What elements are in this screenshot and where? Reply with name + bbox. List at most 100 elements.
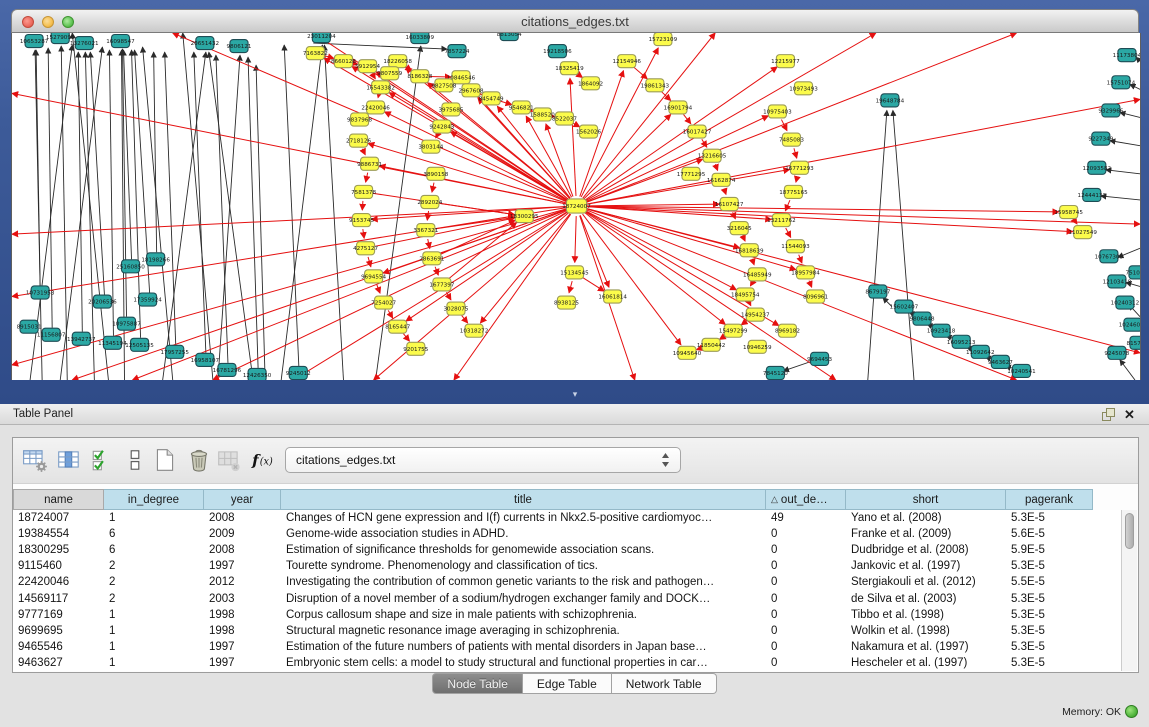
column-header-short[interactable]: short	[846, 489, 1006, 510]
close-icon: ✕	[1124, 407, 1135, 422]
graph-node-label: 16781296	[213, 368, 242, 374]
graph-node-label: 9837968	[347, 118, 372, 124]
window-title: citations_edges.txt	[12, 10, 1138, 34]
function-builder-button[interactable]: f (x)	[249, 446, 277, 476]
close-panel-button[interactable]: ✕	[1122, 405, 1137, 424]
graph-node-label: 17771295	[677, 172, 706, 178]
table-selector-dropdown[interactable]: citations_edges.txt	[285, 447, 681, 473]
graph-node-label: 19218506	[543, 49, 572, 55]
graph-node-label: 9245078	[1104, 351, 1129, 357]
table-type-tabs: Node TableEdge TableNetwork Table	[0, 673, 1149, 695]
table-vertical-scrollbar[interactable]	[1121, 510, 1137, 671]
cell-in_degree: 2	[104, 591, 204, 607]
graph-node-label: 5912954	[355, 64, 380, 70]
cell-out_degree: 0	[766, 639, 846, 655]
column-header-out_degree[interactable]: △out_de…	[766, 489, 846, 510]
graph-node-label: 2892024	[417, 200, 442, 206]
graph-node-label: 13276021	[70, 41, 99, 47]
delete-table-button[interactable]	[215, 446, 243, 476]
graph-node-label: 18495754	[731, 293, 760, 299]
graph-node-label: 7485083	[779, 138, 804, 144]
cell-pagerank: 5.3E-5	[1006, 655, 1093, 671]
table-row[interactable]: 1938455462009Genome-wide association stu…	[13, 526, 1121, 542]
graph-node-label: 16061814	[598, 295, 627, 301]
column-header-label: short	[913, 494, 939, 506]
dropdown-arrows-icon	[661, 452, 670, 473]
tab-edge-table[interactable]: Edge Table	[523, 673, 612, 694]
select-rows-button[interactable]	[89, 446, 117, 476]
cell-short: Hescheler et al. (1997)	[846, 655, 1006, 671]
column-header-label: in_degree	[128, 494, 179, 506]
tab-network-table[interactable]: Network Table	[612, 673, 717, 694]
cell-title: Corpus callosum shape and size in male p…	[281, 607, 766, 623]
graph-node-label: 12093582	[1083, 166, 1112, 172]
table-row[interactable]: 969969511998Structural magnetic resonanc…	[13, 623, 1121, 639]
column-header-title[interactable]: title	[281, 489, 766, 510]
cell-year: 1997	[204, 558, 281, 574]
table-row[interactable]: 2242004622012Investigating the contribut…	[13, 574, 1121, 590]
graph-node-label: 12444133	[1078, 193, 1107, 199]
column-header-year[interactable]: year	[204, 489, 281, 510]
table-row[interactable]: 946362711997Embryonic stem cells: a mode…	[13, 655, 1121, 671]
table-row[interactable]: 1872400712008Changes of HCN gene express…	[13, 510, 1121, 526]
graph-node-label: 8157298	[1127, 341, 1140, 347]
delete-rows-button[interactable]	[185, 446, 213, 476]
delete-table-icon	[216, 447, 242, 473]
scrollbar-thumb[interactable]	[1125, 513, 1134, 549]
table-row[interactable]: 1830029562008Estimation of significance …	[13, 542, 1121, 558]
graph-node-label: 9546821	[509, 105, 534, 111]
graph-node-label: 9807559	[377, 71, 402, 77]
column-header-label: name	[44, 494, 73, 506]
table-row[interactable]: 946554611997Estimation of the future num…	[13, 639, 1121, 655]
tab-node-table[interactable]: Node Table	[432, 673, 523, 694]
graph-node-label: 15497299	[719, 329, 748, 335]
table-row[interactable]: 911546021997Tourette syndrome. Phenomeno…	[13, 558, 1121, 574]
graph-node-label: 10945640	[673, 351, 702, 357]
network-canvas[interactable]: 1872400771638228660128591295418226058980…	[11, 33, 1141, 380]
graph-node-label: 18226058	[383, 59, 412, 65]
column-header-in_degree[interactable]: in_degree	[104, 489, 204, 510]
cell-out_degree: 0	[766, 607, 846, 623]
sort-ascending-icon: △	[771, 494, 778, 505]
graph-node-label: 17957255	[160, 350, 189, 356]
column-header-pagerank[interactable]: pagerank	[1006, 489, 1093, 510]
cell-title: Genome-wide association studies in ADHD.	[281, 526, 766, 542]
graph-node-label: 16958107	[191, 358, 220, 364]
graph-node-label: 15134545	[560, 270, 589, 276]
trash-icon	[186, 447, 212, 473]
show-columns-button[interactable]	[55, 446, 83, 476]
cell-in_degree: 1	[104, 510, 204, 526]
graph-node-label: 11156807	[37, 333, 66, 339]
graph-node-label: 15958745	[1054, 210, 1083, 216]
network-canvas-svg[interactable]: 1872400771638228660128591295418226058980…	[12, 33, 1140, 380]
float-window-icon	[1101, 407, 1116, 422]
graph-node-label: 15602407	[890, 305, 919, 311]
table-toolbar: f (x) citations_edges.txt	[13, 438, 1138, 484]
window-titlebar[interactable]: citations_edges.txt	[11, 9, 1139, 33]
graph-node-label: 18198266	[141, 257, 170, 263]
cell-in_degree: 6	[104, 542, 204, 558]
graph-node-label: 8165447	[385, 325, 410, 331]
table-row[interactable]: 977716911998Corpus callosum shape and si…	[13, 607, 1121, 623]
memory-status-label: Memory: OK	[1062, 706, 1121, 718]
float-panel-button[interactable]	[1101, 407, 1116, 422]
table-row[interactable]: 1456911722003Disruption of a novel membe…	[13, 591, 1121, 607]
graph-node-label: 9694554	[361, 274, 386, 280]
graph-node-label: 9201755	[403, 347, 428, 353]
graph-node-label: 3028075	[443, 307, 468, 313]
panel-splitter[interactable]: ▾	[567, 388, 583, 400]
column-header-name[interactable]: name	[13, 489, 104, 510]
table-settings-button[interactable]	[21, 446, 49, 476]
graph-node-label: 16901794	[664, 105, 693, 111]
new-document-button[interactable]	[151, 446, 179, 476]
cell-pagerank: 5.9E-5	[1006, 542, 1093, 558]
graph-node-label: 7163822	[303, 51, 328, 57]
graph-node-label: 16107427	[715, 202, 744, 208]
cell-out_degree: 0	[766, 558, 846, 574]
graph-node-label: 20651432	[191, 41, 220, 47]
graph-node-label: 22420046	[361, 105, 390, 111]
columns-button[interactable]	[121, 446, 149, 476]
graph-node-label: 8096961	[803, 295, 828, 301]
graph-node-label: 4275127	[353, 246, 378, 252]
cell-pagerank: 5.3E-5	[1006, 510, 1093, 526]
